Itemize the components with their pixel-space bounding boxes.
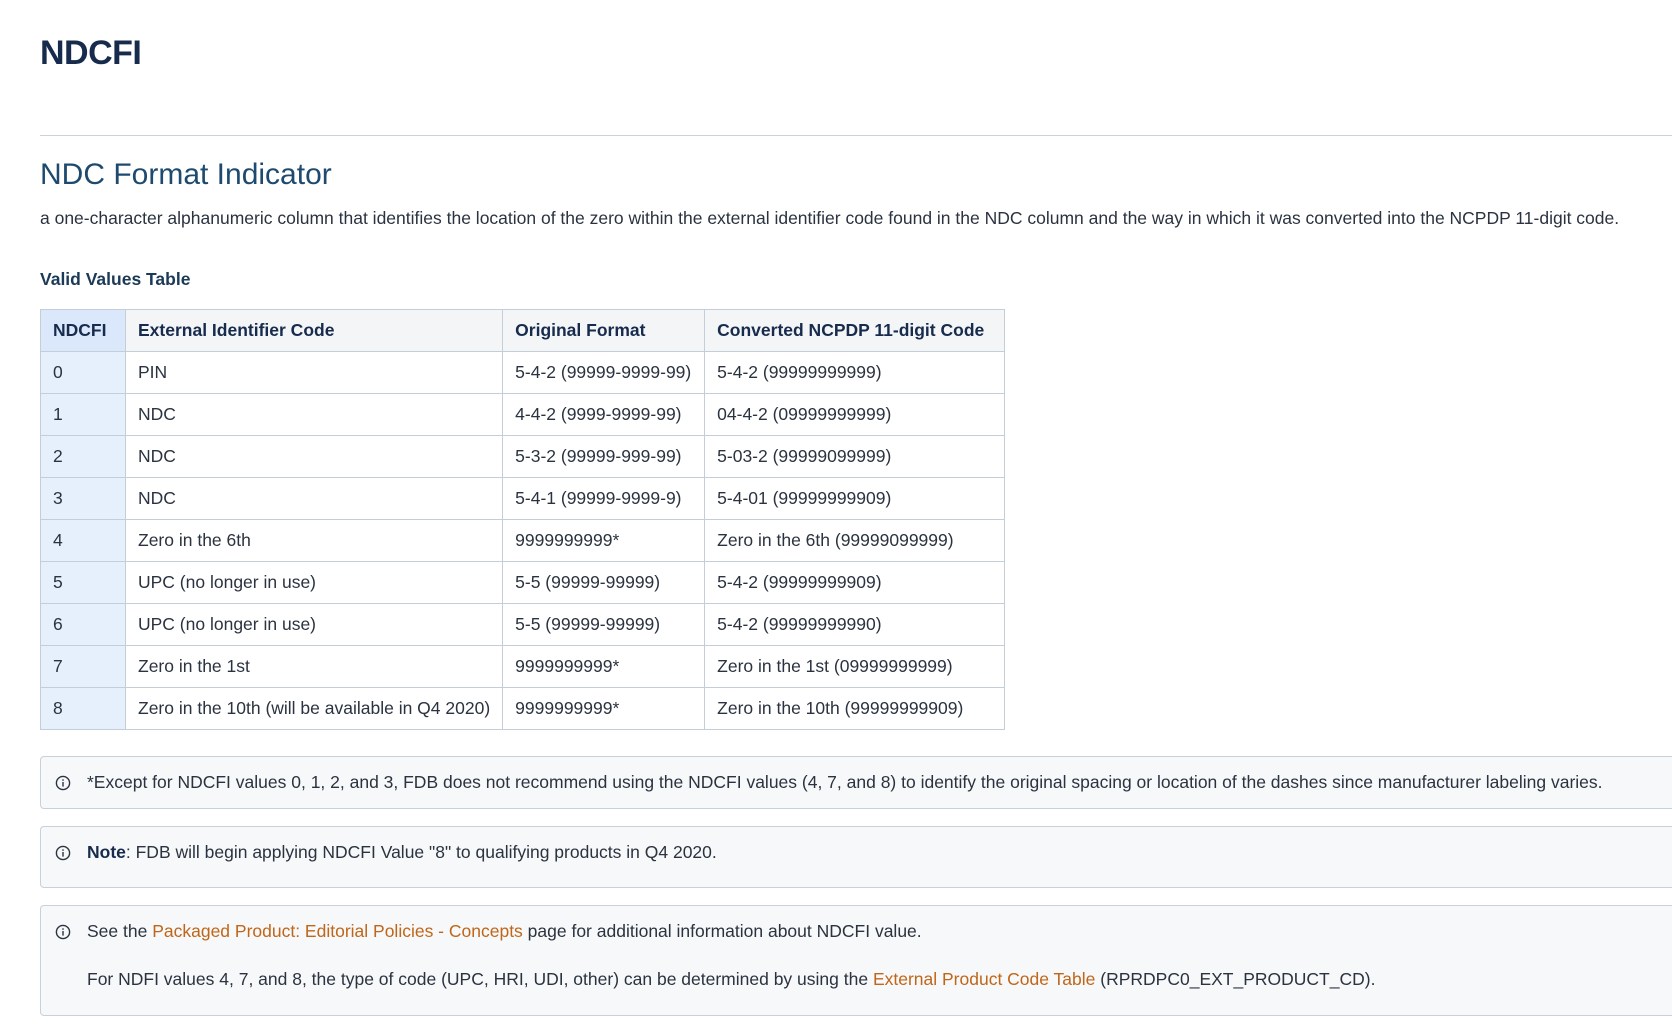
cell-original-format: 9999999999* [502,519,706,562]
cell-original-format: 5-4-2 (99999-9999-99) [502,351,706,394]
cell-external-identifier-code: NDC [124,393,504,436]
cell-original-format: 5-3-2 (99999-999-99) [502,435,706,478]
page-title: NDCFI [40,34,142,72]
see-also-suffix: page for additional information about ND… [522,921,922,941]
cell-ndcfi: 2 [40,435,126,478]
code-table-prefix: For NDFI values 4, 7, and 8, the type of… [87,969,873,989]
column-header-external-identifier-code: External Identifier Code [124,309,504,352]
cell-external-identifier-code: PIN [124,351,504,394]
cell-ndcfi: 0 [40,351,126,394]
code-table-suffix: (RPRDPC0_EXT_PRODUCT_CD). [1095,969,1376,989]
cell-external-identifier-code: NDC [124,435,504,478]
cell-converted-code: 5-4-01 (99999999909) [704,477,1006,520]
cell-ndcfi: 8 [40,687,126,730]
cell-converted-code: 5-4-2 (99999999990) [704,603,1006,646]
valid-values-table: NDCFI External Identifier Code Original … [40,309,1006,730]
code-table-text: For NDFI values 4, 7, and 8, the type of… [87,969,1375,990]
cell-original-format: 5-5 (99999-99999) [502,603,706,646]
cell-converted-code: 5-4-2 (99999999999) [704,351,1006,394]
column-header-ndcfi: NDCFI [40,309,126,352]
info-circle-icon [55,845,71,861]
table-row: 0 PIN 5-4-2 (99999-9999-99) 5-4-2 (99999… [40,351,1006,394]
editorial-policies-link[interactable]: Packaged Product: Editorial Policies - C… [152,921,523,941]
table-row: 8 Zero in the 10th (will be available in… [40,687,1006,730]
cell-external-identifier-code: Zero in the 10th (will be available in Q… [124,687,504,730]
cell-converted-code: 5-4-2 (99999999909) [704,561,1006,604]
table-row: 6 UPC (no longer in use) 5-5 (99999-9999… [40,603,1006,646]
table-row: 7 Zero in the 1st 9999999999* Zero in th… [40,645,1006,688]
note-body: : FDB will begin applying NDCFI Value "8… [125,842,717,862]
see-also-info-panel: See the Packaged Product: Editorial Poli… [40,905,1672,1016]
section-description: a one-character alphanumeric column that… [40,208,1620,228]
cell-external-identifier-code: UPC (no longer in use) [124,561,504,604]
cell-converted-code: Zero in the 1st (09999999999) [704,645,1006,688]
table-row: 4 Zero in the 6th 9999999999* Zero in th… [40,519,1006,562]
divider [40,135,1672,136]
cell-external-identifier-code: Zero in the 1st [124,645,504,688]
cell-converted-code: Zero in the 6th (99999099999) [704,519,1006,562]
cell-converted-code: 04-4-2 (09999999999) [704,393,1006,436]
footnote-text: *Except for NDCFI values 0, 1, 2, and 3,… [87,772,1603,792]
see-also-text: See the Packaged Product: Editorial Poli… [87,921,922,942]
column-header-original-format: Original Format [502,309,706,352]
table-row: 1 NDC 4-4-2 (9999-9999-99) 04-4-2 (09999… [40,393,1006,436]
cell-original-format: 4-4-2 (9999-9999-99) [502,393,706,436]
table-row: 3 NDC 5-4-1 (99999-9999-9) 5-4-01 (99999… [40,477,1006,520]
cell-ndcfi: 7 [40,645,126,688]
cell-ndcfi: 3 [40,477,126,520]
cell-ndcfi: 4 [40,519,126,562]
note-text: Note: FDB will begin applying NDCFI Valu… [87,842,717,863]
note-info-panel: Note: FDB will begin applying NDCFI Valu… [40,826,1672,888]
info-circle-icon [55,775,71,791]
cell-original-format: 5-4-1 (99999-9999-9) [502,477,706,520]
cell-external-identifier-code: Zero in the 6th [124,519,504,562]
table-row: 2 NDC 5-3-2 (99999-999-99) 5-03-2 (99999… [40,435,1006,478]
cell-original-format: 9999999999* [502,645,706,688]
table-header-row: NDCFI External Identifier Code Original … [40,309,1006,352]
section-title: NDC Format Indicator [40,158,332,191]
cell-converted-code: 5-03-2 (99999099999) [704,435,1006,478]
cell-external-identifier-code: NDC [124,477,504,520]
cell-ndcfi: 5 [40,561,126,604]
external-product-code-table-link[interactable]: External Product Code Table [873,969,1095,989]
cell-ndcfi: 6 [40,603,126,646]
cell-converted-code: Zero in the 10th (99999999909) [704,687,1006,730]
note-label: Note [87,842,126,862]
column-header-converted-code: Converted NCPDP 11-digit Code [704,309,1006,352]
cell-original-format: 5-5 (99999-99999) [502,561,706,604]
table-caption: Valid Values Table [40,269,191,289]
cell-external-identifier-code: UPC (no longer in use) [124,603,504,646]
cell-ndcfi: 1 [40,393,126,436]
table-row: 5 UPC (no longer in use) 5-5 (99999-9999… [40,561,1006,604]
footnote-info-panel: *Except for NDCFI values 0, 1, 2, and 3,… [40,756,1672,809]
cell-original-format: 9999999999* [502,687,706,730]
see-also-prefix: See the [87,921,153,941]
info-circle-icon [55,924,71,940]
